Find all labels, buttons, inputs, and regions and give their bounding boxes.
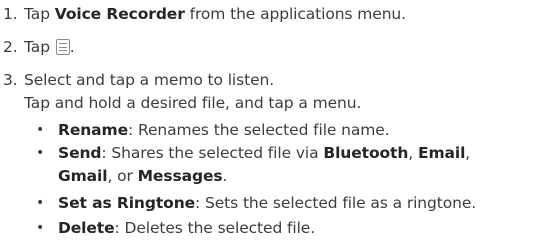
step-2-text: Tap . — [24, 38, 75, 56]
set-as-ringtone-label: Set as Ringtone — [58, 194, 196, 212]
messages-label: Messages — [137, 167, 223, 185]
bullet-marker: • — [36, 122, 45, 138]
bullet-marker: • — [36, 195, 45, 211]
step-1-text: Tap Voice Recorder from the applications… — [24, 5, 406, 23]
email-label: Email — [417, 144, 466, 162]
send-label: Send — [58, 144, 102, 162]
step-2-number: 2. — [3, 38, 18, 56]
bullet-send-line-2: Gmail, or Messages. — [58, 167, 228, 185]
bluetooth-label: Bluetooth — [323, 144, 409, 162]
step-3-number: 3. — [3, 71, 18, 89]
delete-label: Delete — [58, 219, 115, 237]
step-3-line-2: Tap and hold a desired file, and tap a m… — [24, 94, 362, 112]
step-3-line-1: Select and tap a memo to listen. — [24, 71, 275, 89]
gmail-label: Gmail — [58, 167, 108, 185]
step-1-number: 1. — [3, 5, 18, 23]
list-icon — [55, 39, 70, 55]
bullet-marker: • — [36, 220, 45, 236]
voice-recorder-label: Voice Recorder — [54, 5, 185, 23]
bullet-marker: • — [36, 145, 45, 161]
rename-label: Rename — [58, 121, 129, 139]
